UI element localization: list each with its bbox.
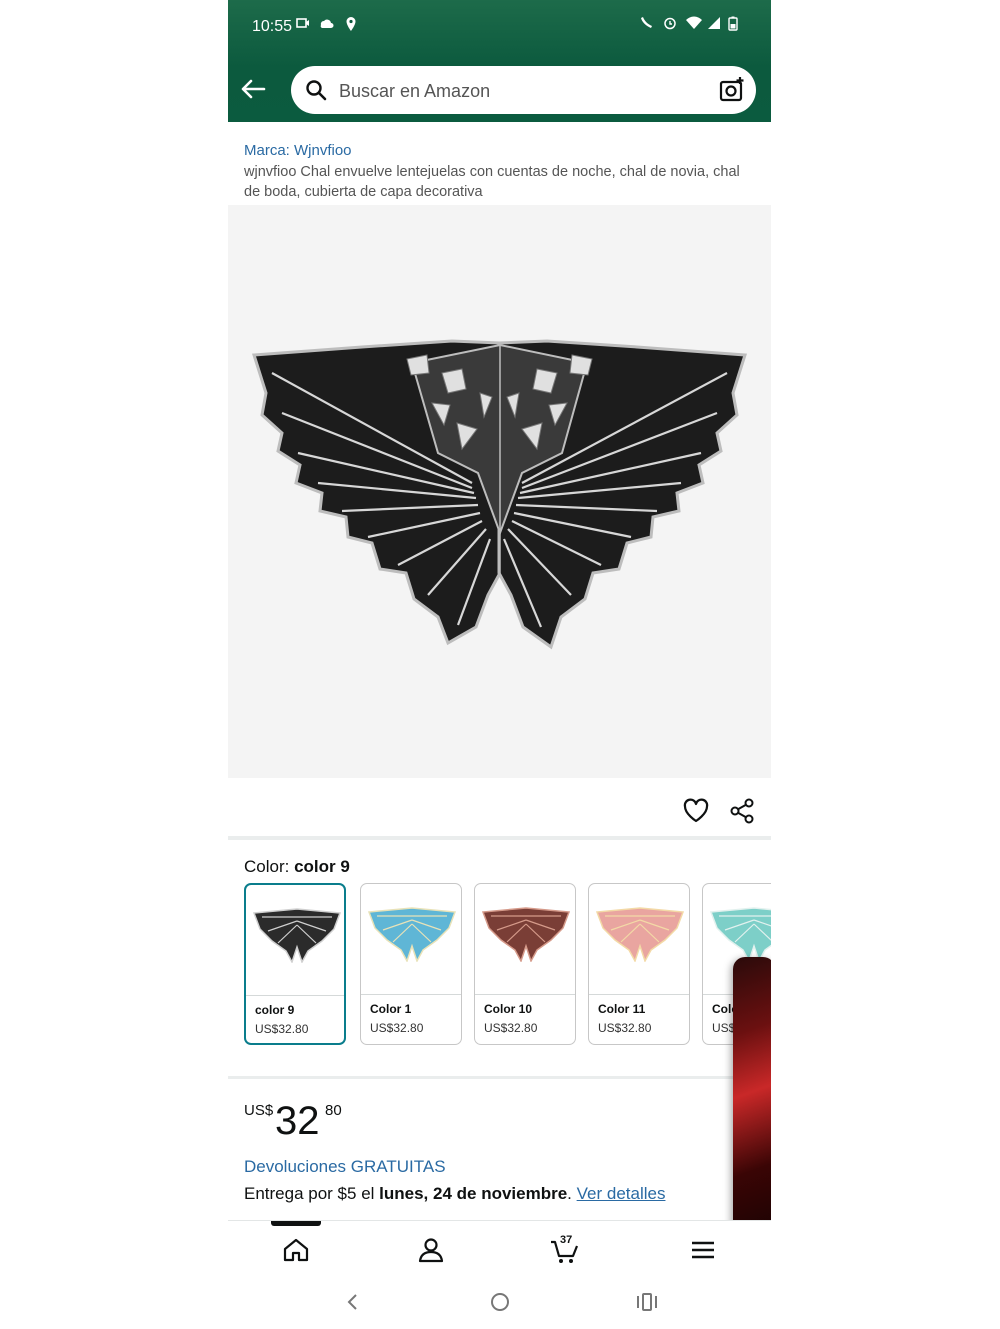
section-divider: [228, 1076, 771, 1079]
menu-icon[interactable]: [688, 1235, 718, 1265]
weather-icon: [320, 19, 334, 28]
shawl-thumbnail-image: [481, 907, 571, 962]
product-image-gallery[interactable]: [228, 205, 771, 778]
status-time: 10:55: [252, 18, 293, 35]
swatch-price: US$32.80: [598, 1021, 652, 1035]
price-fraction: 80: [325, 1102, 342, 1119]
shawl-thumbnail-image: [595, 907, 685, 962]
section-divider: [228, 836, 771, 840]
search-bar[interactable]: [291, 66, 756, 114]
search-icon: [306, 80, 327, 101]
system-recents-icon[interactable]: [635, 1290, 659, 1314]
swatch-price: US$32.80: [255, 1022, 309, 1036]
share-icon[interactable]: [728, 797, 756, 825]
back-arrow-icon[interactable]: [238, 74, 268, 104]
color-label: Color: color 9: [244, 857, 350, 876]
color-swatch-color-10[interactable]: Color 10 US$32.80: [474, 883, 576, 1045]
location-icon: [346, 17, 356, 31]
shawl-thumbnail-image: [367, 907, 457, 962]
swatch-divider: [246, 995, 344, 996]
delivery-info: Entrega por $5 el lunes, 24 de noviembre…: [244, 1184, 666, 1203]
swatch-thumbnail: [475, 884, 575, 994]
free-returns-link[interactable]: Devoluciones GRATUITAS: [244, 1157, 446, 1177]
price-currency: US$: [244, 1102, 274, 1119]
shawl-thumbnail-image: [709, 907, 771, 962]
wifi-icon: [686, 16, 702, 29]
search-input[interactable]: [337, 75, 701, 107]
product-title: wjnvfioo Chal envuelve lentejuelas con c…: [244, 164, 740, 200]
swatch-name: color 9: [255, 1003, 295, 1017]
system-home-icon[interactable]: [488, 1290, 512, 1314]
swatch-price: US$32.80: [370, 1021, 424, 1035]
app-header: 10:55: [228, 0, 771, 122]
swatch-divider: [589, 994, 689, 995]
swatch-divider: [361, 994, 461, 995]
product-image: [252, 339, 747, 650]
wifi-calling-icon: [641, 17, 652, 28]
swatch-divider: [475, 994, 575, 995]
delivery-date: lunes, 24 de noviembre: [379, 1184, 568, 1203]
color-swatch-color-11[interactable]: Color 11 US$32.80: [588, 883, 690, 1045]
screen-record-icon: [296, 18, 309, 28]
cart-count-badge: 37: [560, 1234, 573, 1246]
alarm-icon: [664, 17, 676, 30]
signal-icon: [708, 17, 720, 29]
swatch-thumbnail: [361, 884, 461, 994]
swatch-name: Color 11: [598, 1002, 646, 1016]
color-swatch-color-9[interactable]: color 9 US$32.80: [244, 883, 346, 1045]
system-back-icon[interactable]: [341, 1290, 365, 1314]
status-bar: 10:55: [228, 0, 771, 55]
delivery-prefix: Entrega por $5 el: [244, 1184, 380, 1203]
home-icon[interactable]: [281, 1235, 311, 1265]
swatch-thumbnail: [589, 884, 689, 994]
swatch-price: US$32.80: [484, 1021, 538, 1035]
wishlist-heart-icon[interactable]: [682, 797, 710, 825]
nav-active-indicator: [271, 1221, 321, 1226]
account-icon[interactable]: [416, 1235, 446, 1265]
swatch-thumbnail: [246, 885, 344, 995]
floating-video-player[interactable]: [733, 957, 771, 1257]
shawl-thumbnail-image: [252, 908, 342, 963]
camera-search-icon[interactable]: [718, 76, 746, 104]
details-link[interactable]: Ver detalles: [577, 1184, 666, 1203]
swatch-name: Color 1: [370, 1002, 412, 1016]
battery-icon: [728, 16, 738, 31]
app-screen: 10:55 Marca: Wjnvfioo wjnvfioo Chal envu…: [228, 0, 771, 1329]
price-whole: 32: [275, 1099, 320, 1143]
brand-link[interactable]: Marca: Wjnvfioo: [244, 142, 352, 159]
color-swatch-color-1[interactable]: Color 1 US$32.80: [360, 883, 462, 1045]
bottom-nav: [228, 1220, 771, 1276]
swatch-name: Color 10: [484, 1002, 533, 1016]
color-swatch-row[interactable]: color 9 US$32.80 Color 1 US$32.80 Color …: [244, 883, 771, 1048]
